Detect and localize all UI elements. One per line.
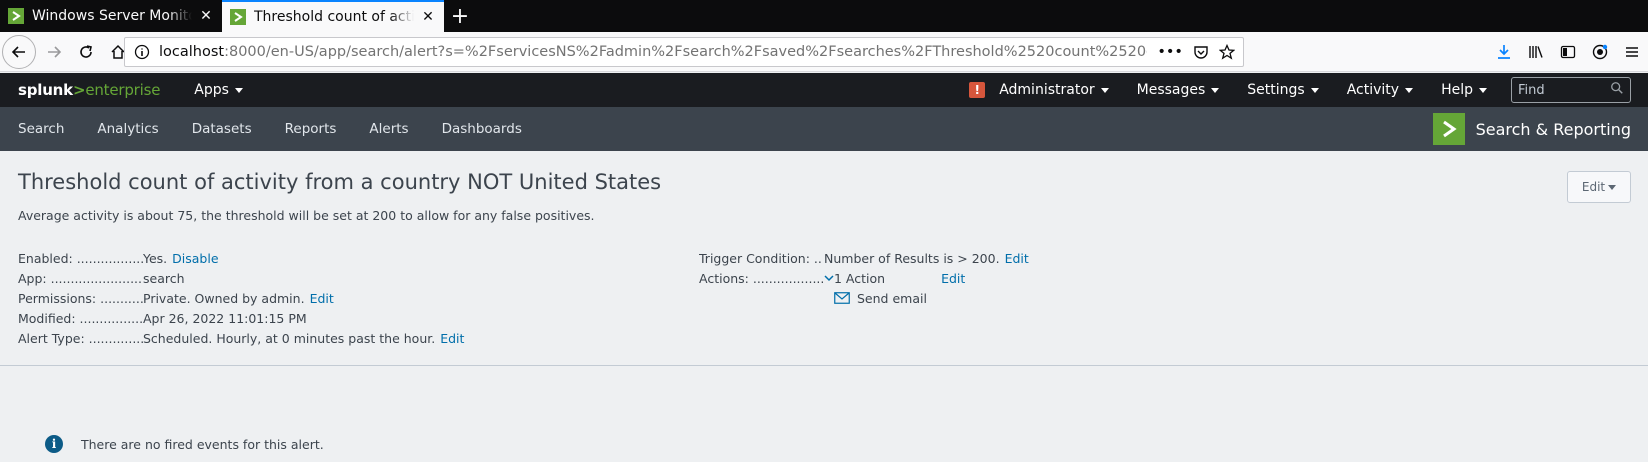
help-menu[interactable]: Help xyxy=(1441,82,1487,98)
tab-close-icon[interactable]: ✕ xyxy=(198,8,214,24)
mail-icon xyxy=(834,292,850,304)
page-title: Threshold count of activity from a count… xyxy=(18,170,662,194)
app-bar: Search Analytics Datasets Reports Alerts… xyxy=(0,107,1648,151)
search-app-logo-icon xyxy=(1432,113,1465,145)
chevron-down-icon xyxy=(234,87,243,93)
back-arrow-icon[interactable] xyxy=(2,34,36,69)
url-host: localhost xyxy=(159,44,225,60)
splunk-favicon-icon xyxy=(8,8,24,24)
prop-actions: Actions: ....................... 1 Actio… xyxy=(699,270,966,286)
url-path: :8000/en-US/app/search/alert?s=%2Fservic… xyxy=(224,44,1148,60)
edit-trigger-link[interactable]: Edit xyxy=(1005,251,1029,266)
activity-menu[interactable]: Activity xyxy=(1347,82,1414,98)
chevron-down-icon xyxy=(824,275,834,282)
url-bar[interactable]: localhost:8000/en-US/app/search/alert?s=… xyxy=(124,37,1244,67)
sidebar-icon[interactable] xyxy=(1552,36,1584,68)
prop-trigger-condition: Trigger Condition: .. Number of Results … xyxy=(699,250,1029,266)
settings-menu[interactable]: Settings xyxy=(1247,82,1319,98)
prop-alert-type: Alert Type: ................. Scheduled.… xyxy=(18,330,465,346)
find-input[interactable] xyxy=(1518,82,1610,98)
library-icon[interactable] xyxy=(1520,36,1552,68)
app-nav-datasets[interactable]: Datasets xyxy=(192,121,252,137)
apps-menu[interactable]: Apps xyxy=(194,82,243,98)
edit-permissions-link[interactable]: Edit xyxy=(310,291,334,306)
administrator-menu[interactable]: Administrator xyxy=(999,82,1109,98)
prop-modified: Modified: .................... Apr 26, 2… xyxy=(18,310,307,326)
splunk-logo[interactable]: splunk>enterprise xyxy=(18,81,160,99)
app-nav-analytics[interactable]: Analytics xyxy=(97,121,158,137)
search-icon[interactable] xyxy=(1610,81,1624,99)
messages-alert-icon[interactable]: ! xyxy=(969,82,986,98)
no-events-message: i There are no fired events for this ale… xyxy=(45,435,324,453)
splunk-top-bar: splunk>enterprise Apps ! Administrator M… xyxy=(0,73,1648,107)
app-nav-alerts[interactable]: Alerts xyxy=(369,121,408,137)
chevron-down-icon xyxy=(1211,87,1220,93)
browser-toolbar: localhost:8000/en-US/app/search/alert?s=… xyxy=(0,32,1648,72)
chevron-down-icon xyxy=(1405,87,1414,93)
messages-menu[interactable]: Messages xyxy=(1137,82,1220,98)
downloads-icon[interactable] xyxy=(1488,36,1520,68)
info-icon: i xyxy=(45,435,63,453)
prop-app: App: ............................. searc… xyxy=(18,270,185,286)
chevron-down-icon xyxy=(1608,184,1617,190)
chevron-down-icon xyxy=(1479,87,1487,93)
page-actions-icon[interactable]: ••• xyxy=(1157,44,1183,60)
edit-menu-button[interactable]: Edit xyxy=(1567,171,1631,203)
splunk-favicon-icon xyxy=(230,9,246,25)
tab-title: Windows Server Monitor xyxy=(32,8,192,24)
edit-alert-type-link[interactable]: Edit xyxy=(440,331,464,346)
app-title-label: Search & Reporting xyxy=(1475,119,1631,139)
prop-enabled: Enabled: ...................... Yes. Dis… xyxy=(18,250,219,266)
tab-threshold-count[interactable]: Threshold count of activity ✕ xyxy=(222,0,444,32)
action-send-email: Send email xyxy=(699,288,1029,308)
disable-link[interactable]: Disable xyxy=(172,251,218,266)
chevron-down-icon xyxy=(1310,87,1319,93)
prop-permissions: Permissions: ............. Private. Owne… xyxy=(18,290,334,306)
alert-properties-left: Enabled: ...................... Yes. Dis… xyxy=(18,248,464,348)
section-divider xyxy=(0,365,1648,366)
app-title[interactable]: Search & Reporting xyxy=(1432,113,1631,145)
new-tab-plus-icon[interactable]: + xyxy=(444,0,476,32)
app-nav-search[interactable]: Search xyxy=(18,121,64,137)
browser-tab-strip: Windows Server Monitor ✕ Threshold count… xyxy=(0,0,1648,32)
alert-description: Average activity is about 75, the thresh… xyxy=(18,208,595,223)
pocket-icon[interactable] xyxy=(1193,44,1209,60)
site-info-icon[interactable] xyxy=(133,43,151,61)
app-nav-dashboards[interactable]: Dashboards xyxy=(442,121,522,137)
tab-title: Threshold count of activity xyxy=(254,9,414,25)
find-box xyxy=(1511,77,1631,103)
actions-toggle[interactable]: 1 Action xyxy=(824,271,885,286)
tab-windows-server-monitor[interactable]: Windows Server Monitor ✕ xyxy=(0,0,222,32)
edit-actions-link[interactable]: Edit xyxy=(941,271,965,286)
url-text: localhost:8000/en-US/app/search/alert?s=… xyxy=(159,44,1147,60)
tab-close-icon[interactable]: ✕ xyxy=(420,9,436,25)
app-nav-reports[interactable]: Reports xyxy=(285,121,337,137)
alert-properties-right: Trigger Condition: .. Number of Results … xyxy=(699,248,1029,308)
menu-icon[interactable] xyxy=(1616,36,1648,68)
chevron-down-icon xyxy=(1100,87,1109,93)
account-icon[interactable] xyxy=(1584,36,1616,68)
bookmark-star-icon[interactable] xyxy=(1219,44,1235,60)
reload-icon[interactable] xyxy=(70,36,102,68)
forward-arrow-icon[interactable] xyxy=(38,36,70,68)
